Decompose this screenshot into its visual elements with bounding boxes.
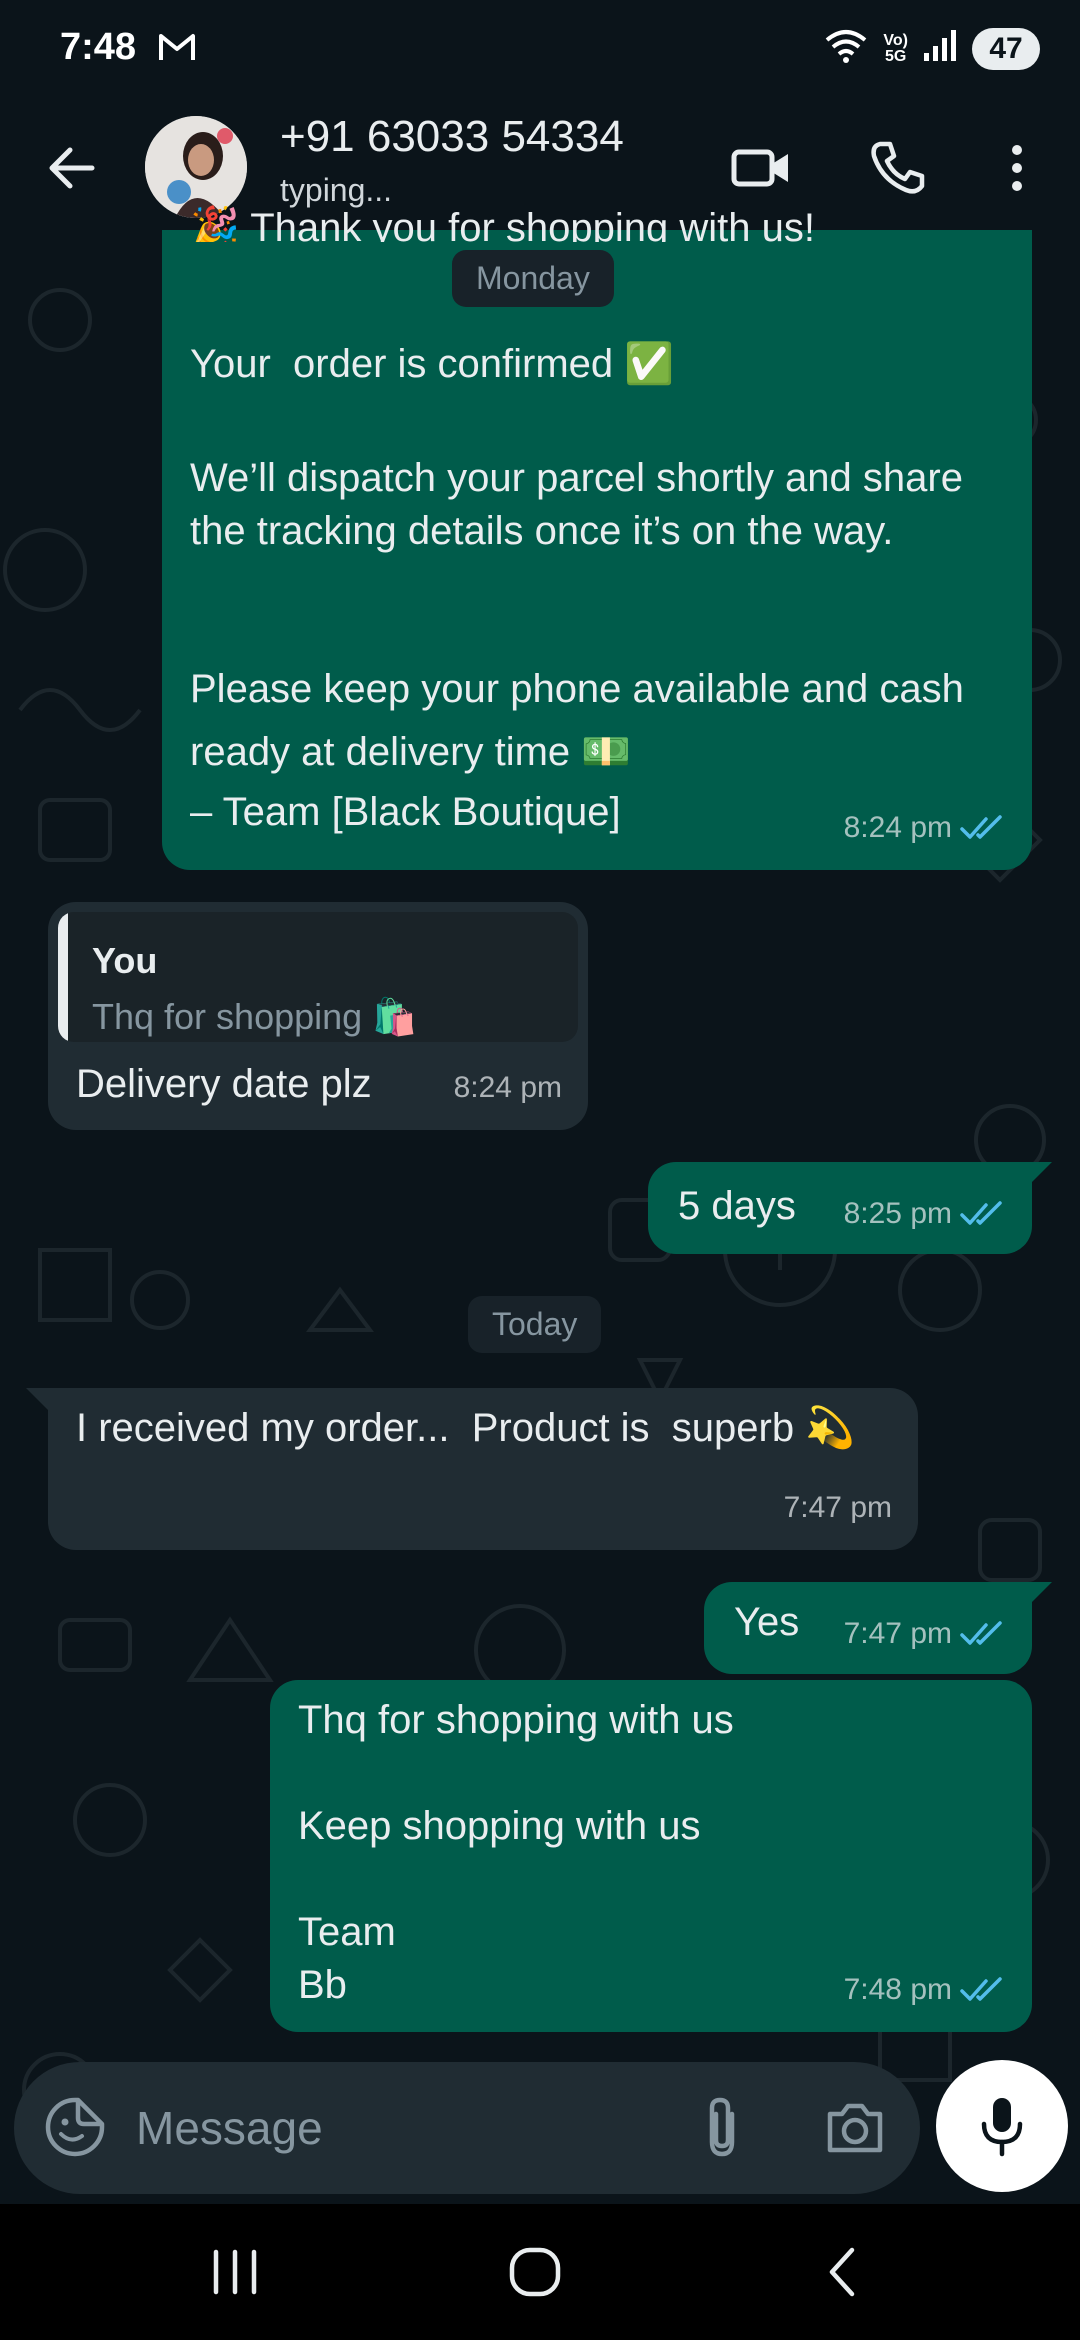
- message-bubble-incoming[interactable]: I received my order... Product is superb…: [48, 1388, 918, 1550]
- message-text: Delivery date plz: [76, 1062, 372, 1106]
- message-text: Please keep your phone available and cas…: [190, 667, 976, 774]
- message-meta: 8:24 pm: [454, 1061, 562, 1114]
- message-bubble-outgoing[interactable]: 5 days 8:25 pm: [648, 1162, 1032, 1254]
- volte-label: Vo): [883, 31, 908, 49]
- voice-call-icon[interactable]: [866, 136, 930, 200]
- message-text: I received my order... Product is superb…: [76, 1406, 856, 1450]
- message-text: Yes: [734, 1600, 800, 1644]
- contact-name[interactable]: +91 63033 54334: [280, 112, 624, 162]
- message-time: 8:24 pm: [453, 1071, 562, 1104]
- system-navigation-bar: [0, 2204, 1080, 2340]
- emoji-sticker-icon[interactable]: [44, 2096, 106, 2163]
- double-check-read-icon: [960, 814, 1002, 839]
- message-composer: [14, 2062, 920, 2194]
- message-text: We’ll dispatch your parcel shortly and s…: [190, 456, 975, 553]
- message-bubble-incoming[interactable]: You Thq for shopping 🛍️ Delivery date pl…: [48, 902, 588, 1130]
- back-nav-icon[interactable]: [808, 2242, 878, 2302]
- more-options-icon[interactable]: [990, 136, 1054, 200]
- double-check-read-icon: [960, 1200, 1002, 1225]
- wifi-icon: [823, 26, 869, 71]
- message-meta: 7:47 pm: [784, 1481, 892, 1534]
- network-type-label: 5G: [885, 47, 907, 65]
- quote-author: You: [92, 940, 158, 981]
- status-icons: Vo) 5G 47: [823, 26, 1040, 71]
- message-text-top: 🎉 Thank you for shopping with us!: [190, 206, 815, 242]
- message-time: 7:48 pm: [843, 1973, 952, 2006]
- quote-text: Thq for shopping 🛍️: [92, 996, 418, 1037]
- message-bubble-outgoing[interactable]: 🎉 Thank you for shopping with us! Your o…: [162, 206, 1032, 870]
- battery-indicator: 47: [972, 27, 1040, 70]
- video-call-icon[interactable]: [730, 136, 794, 200]
- gmail-notification-icon: [158, 32, 196, 67]
- camera-icon[interactable]: [824, 2098, 886, 2161]
- whatsapp-chat-screen: 7:48 Vo) 5G 47 +91 63033 54334 typing...…: [0, 0, 1080, 2340]
- attach-paperclip-icon[interactable]: [700, 2094, 744, 2165]
- status-bar: 7:48 Vo) 5G 47: [0, 0, 1080, 100]
- double-check-read-icon: [960, 1976, 1002, 2001]
- bubble-tail: [1028, 1162, 1052, 1186]
- quoted-message[interactable]: You Thq for shopping 🛍️: [58, 912, 578, 1042]
- voice-record-button[interactable]: [936, 2060, 1068, 2192]
- bubble-tail: [1028, 1582, 1052, 1606]
- message-text: 5 days: [678, 1184, 796, 1228]
- volte-5g-indicator: Vo) 5G: [883, 31, 908, 65]
- microphone-icon: [981, 2098, 1023, 2157]
- date-chip: Today: [468, 1296, 602, 1353]
- message-time: 7:47 pm: [783, 1491, 892, 1524]
- back-arrow-icon[interactable]: [40, 136, 104, 200]
- message-meta: 8:25 pm: [844, 1187, 1006, 1240]
- double-check-read-icon: [960, 1620, 1002, 1645]
- message-meta: 7:47 pm: [844, 1607, 1006, 1660]
- message-bubble-outgoing[interactable]: Thq for shopping with us Keep shopping w…: [270, 1680, 1032, 2032]
- quote-bar: [58, 912, 68, 1042]
- recent-apps-icon[interactable]: [200, 2242, 270, 2302]
- bubble-tail: [26, 1388, 50, 1412]
- home-icon[interactable]: [500, 2242, 570, 2302]
- message-time: 8:25 pm: [843, 1197, 952, 1230]
- status-time: 7:48: [60, 26, 137, 68]
- date-chip: Monday: [452, 250, 614, 307]
- message-text: Your order is confirmed ✅: [190, 342, 675, 386]
- message-bubble-outgoing[interactable]: Yes 7:47 pm: [704, 1582, 1032, 1674]
- message-time: 7:47 pm: [843, 1617, 952, 1650]
- message-meta: 8:24 pm: [844, 801, 1006, 854]
- message-input[interactable]: [134, 2092, 698, 2164]
- message-meta: 7:48 pm: [844, 1963, 1006, 2016]
- signal-icon: [922, 29, 958, 68]
- message-time: 8:24 pm: [843, 811, 952, 844]
